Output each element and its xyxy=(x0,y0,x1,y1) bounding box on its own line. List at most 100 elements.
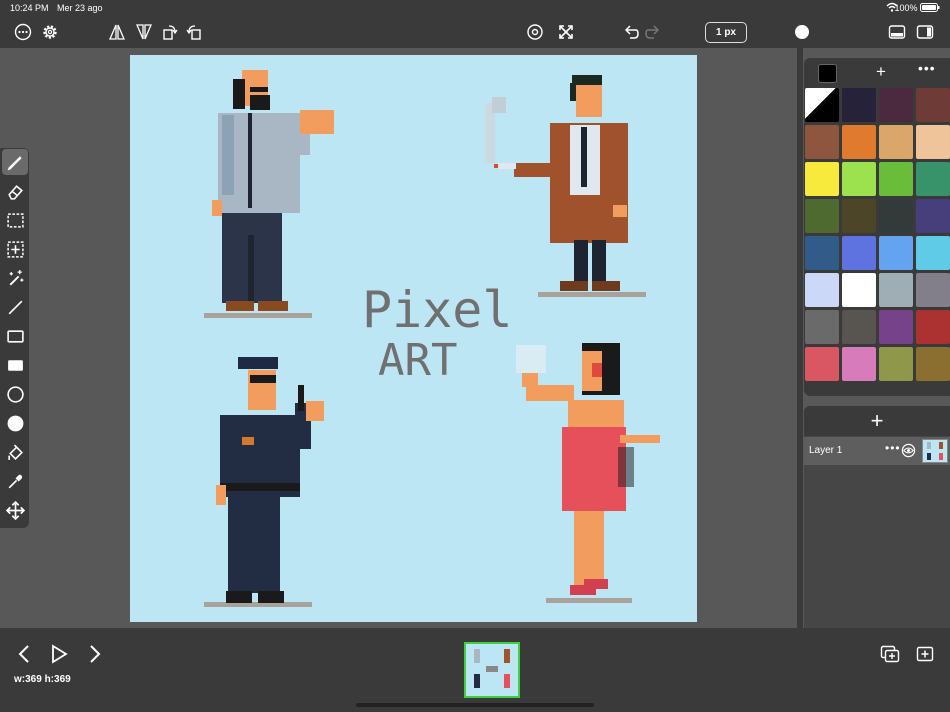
more-menu-button[interactable] xyxy=(11,20,35,44)
drawing-canvas[interactable]: Pixel ART xyxy=(130,55,697,622)
pencil-icon xyxy=(7,155,22,170)
current-color-button[interactable] xyxy=(790,20,814,44)
color-swatch[interactable] xyxy=(916,199,950,233)
color-swatch[interactable] xyxy=(842,88,876,122)
rectangle-outline-tool[interactable] xyxy=(2,323,28,349)
status-bar: 10:24 PM Mer 23 ago 100% xyxy=(0,0,950,16)
color-swatch[interactable] xyxy=(916,347,950,381)
layer-thumbnail xyxy=(922,439,948,463)
color-swatch[interactable] xyxy=(916,125,950,159)
status-date: Mer 23 ago xyxy=(57,3,103,13)
color-swatch[interactable] xyxy=(805,162,839,196)
chevron-left-icon xyxy=(18,645,29,663)
center-target-button[interactable] xyxy=(523,20,547,44)
add-color-button[interactable]: + xyxy=(876,62,886,82)
eyedropper-icon xyxy=(8,474,22,488)
toggle-side-panel-button[interactable] xyxy=(913,20,937,44)
move-tool[interactable] xyxy=(2,497,28,523)
magic-wand-icon xyxy=(9,269,23,286)
top-toolbar xyxy=(0,16,950,48)
battery-icon xyxy=(920,3,940,12)
color-swatch[interactable] xyxy=(842,347,876,381)
expand-arrows-icon xyxy=(559,25,573,39)
canvas-title-line2: ART xyxy=(378,335,457,386)
color-swatch[interactable] xyxy=(879,125,913,159)
palette-menu-button[interactable]: ••• xyxy=(918,60,936,76)
pixel-art-app: 10:24 PM Mer 23 ago 100% 1 px Pixel ART … xyxy=(0,0,950,712)
redo-icon xyxy=(645,25,660,39)
color-swatch[interactable] xyxy=(879,347,913,381)
color-swatch[interactable] xyxy=(842,125,876,159)
color-swatch[interactable] xyxy=(916,310,950,344)
duplicate-frame-button[interactable] xyxy=(878,642,902,666)
color-swatch[interactable] xyxy=(879,162,913,196)
color-swatch[interactable] xyxy=(916,273,950,307)
color-swatch[interactable] xyxy=(805,199,839,233)
brush-size-button[interactable]: 1 px xyxy=(705,22,747,43)
rect-select-tool[interactable] xyxy=(2,207,28,233)
color-swatch[interactable] xyxy=(842,199,876,233)
undo-button[interactable] xyxy=(619,20,643,44)
color-swatch[interactable] xyxy=(842,162,876,196)
battery-percent: 100% xyxy=(894,3,918,13)
add-frame-button[interactable] xyxy=(913,642,937,666)
rotate-left-icon xyxy=(163,25,178,40)
current-color-swatch[interactable] xyxy=(818,64,837,83)
color-swatch[interactable] xyxy=(805,310,839,344)
color-swatch[interactable] xyxy=(916,162,950,196)
layer-menu-button[interactable]: ••• xyxy=(885,441,901,455)
color-swatch[interactable] xyxy=(805,273,839,307)
settings-button[interactable] xyxy=(38,20,62,44)
previous-frame-button[interactable] xyxy=(12,642,36,666)
color-swatch[interactable] xyxy=(879,236,913,270)
color-swatch[interactable] xyxy=(842,310,876,344)
line-tool[interactable] xyxy=(2,294,28,320)
fit-screen-button[interactable] xyxy=(554,20,578,44)
flip-horizontal-icon xyxy=(109,24,125,40)
frame-thumbnail[interactable] xyxy=(464,642,520,698)
home-indicator xyxy=(356,703,594,707)
redo-button[interactable] xyxy=(641,20,665,44)
color-swatch[interactable] xyxy=(805,125,839,159)
eraser-tool[interactable] xyxy=(2,178,28,204)
color-swatch[interactable] xyxy=(879,199,913,233)
color-swatch[interactable] xyxy=(805,236,839,270)
circle-outline-tool[interactable] xyxy=(2,381,28,407)
color-swatch[interactable] xyxy=(879,273,913,307)
color-swatch[interactable] xyxy=(805,88,839,122)
color-palette-panel: + ••• xyxy=(804,58,950,396)
fill-bucket-tool[interactable] xyxy=(2,439,28,465)
add-selection-tool[interactable] xyxy=(2,236,28,262)
eyedropper-tool[interactable] xyxy=(2,468,28,494)
add-layer-button[interactable]: + xyxy=(804,406,950,436)
rotate-right-button[interactable] xyxy=(182,20,206,44)
layer-row[interactable]: Layer 1 ••• xyxy=(804,437,950,465)
circle-fill-tool[interactable] xyxy=(2,410,28,436)
next-frame-button[interactable] xyxy=(83,642,107,666)
ellipsis-circle-icon xyxy=(14,23,32,41)
flip-horizontal-button[interactable] xyxy=(105,20,129,44)
color-dot-icon xyxy=(795,25,809,39)
rectangle-fill-tool[interactable] xyxy=(2,352,28,378)
circle-filled-icon xyxy=(7,415,23,431)
color-swatch[interactable] xyxy=(916,88,950,122)
magic-wand-tool[interactable] xyxy=(2,265,28,291)
color-swatch[interactable] xyxy=(842,236,876,270)
pencil-tool[interactable] xyxy=(2,149,28,175)
color-swatch[interactable] xyxy=(879,310,913,344)
color-swatch[interactable] xyxy=(842,273,876,307)
toggle-bottom-panel-button[interactable] xyxy=(885,20,909,44)
color-swatch[interactable] xyxy=(805,347,839,381)
play-button[interactable] xyxy=(47,642,71,666)
chevron-right-icon xyxy=(90,645,101,663)
gear-icon xyxy=(43,25,57,39)
palette-header: + ••• xyxy=(804,58,950,88)
rotate-left-button[interactable] xyxy=(158,20,182,44)
layers-panel: + Layer 1 ••• xyxy=(804,406,950,628)
status-time: 10:24 PM xyxy=(10,3,49,13)
color-swatch[interactable] xyxy=(916,236,950,270)
canvas-title-line1: Pixel xyxy=(362,281,513,339)
flip-vertical-button[interactable] xyxy=(132,20,156,44)
color-swatch[interactable] xyxy=(879,88,913,122)
visibility-eye-icon[interactable] xyxy=(901,443,916,458)
